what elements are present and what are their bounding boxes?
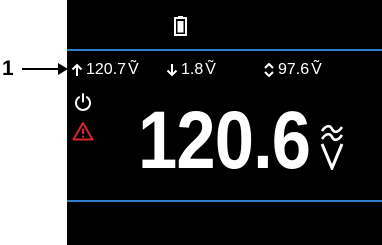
main-reading-value: 120.6: [138, 95, 311, 186]
ac-volts-unit-icon: [320, 124, 344, 170]
callout-number: 1: [2, 57, 14, 80]
top-divider: [67, 49, 382, 51]
arrow-up-icon: [71, 63, 83, 76]
avg-unit: Ṽ: [311, 61, 322, 78]
power-icon: [75, 93, 91, 111]
main-reading: 120.6: [138, 82, 338, 182]
meter-display: 120.7 Ṽ 1.8 Ṽ 97.6 Ṽ 120.6: [67, 0, 382, 245]
arrow-down-icon: [166, 64, 178, 77]
min-reading: 1.8 Ṽ: [166, 59, 216, 81]
min-unit: Ṽ: [205, 61, 216, 78]
battery-icon: [174, 16, 187, 36]
avg-reading: 97.6 Ṽ: [263, 59, 322, 81]
up-down-chevron-icon: [264, 63, 274, 77]
max-value: 120.7: [86, 61, 127, 78]
callout-label: 1: [0, 56, 70, 84]
bottom-divider: [67, 200, 382, 202]
min-value: 1.8: [181, 61, 204, 78]
max-reading: 120.7 Ṽ: [71, 59, 139, 81]
avg-value: 97.6: [278, 61, 310, 78]
max-unit: Ṽ: [128, 61, 139, 78]
callout-arrow-icon: [22, 63, 68, 75]
warning-icon: [72, 122, 94, 141]
